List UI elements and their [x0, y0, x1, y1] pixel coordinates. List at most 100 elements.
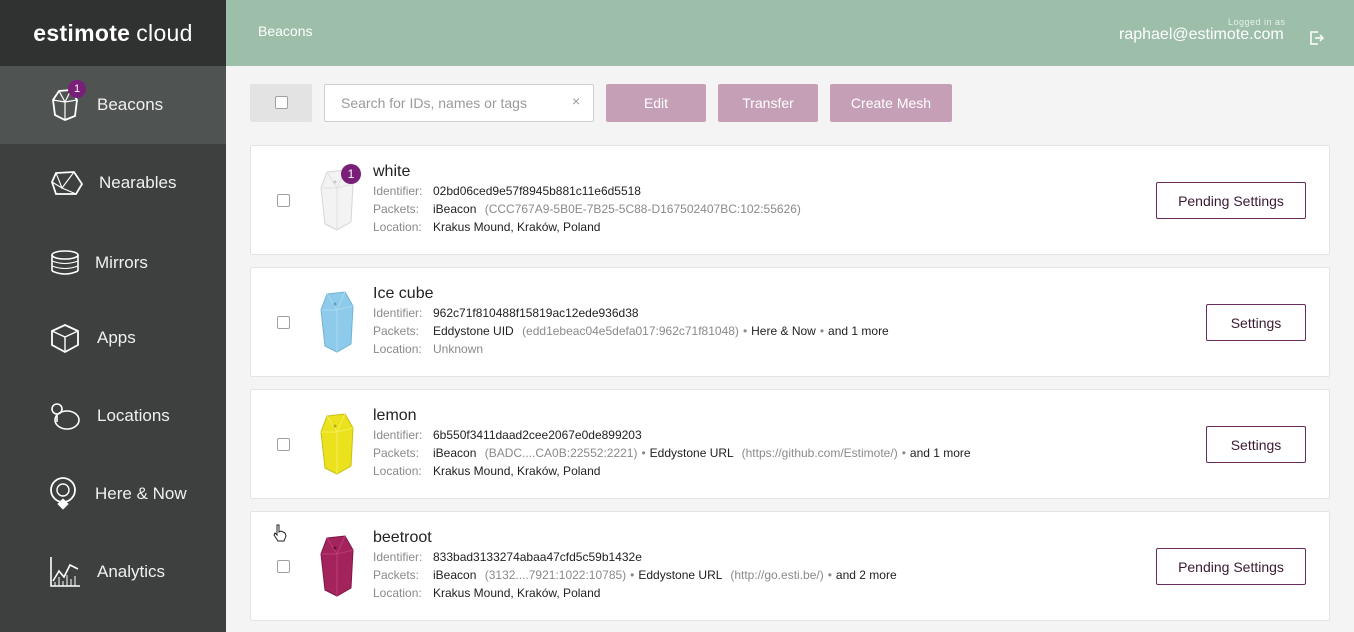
sidebar-item-label: Locations [97, 406, 170, 425]
mirror-icon [48, 246, 82, 280]
beacon-card-ice-cube[interactable]: Ice cube Identifier: 962c71f810488f15819a… [250, 267, 1330, 377]
logo-thin-text: cloud [136, 19, 193, 46]
beacon-name[interactable]: white [373, 163, 410, 181]
packet-detail: (http://go.esti.be/) [730, 568, 824, 582]
beacon-checkbox[interactable] [277, 316, 290, 329]
packet-type: Here & Now [751, 324, 816, 338]
separator-dot: • [819, 324, 825, 338]
beacon-name[interactable]: lemon [373, 407, 417, 425]
beacon-image [311, 532, 359, 600]
separator-dot: • [901, 446, 906, 460]
location-label: Location: [373, 342, 422, 356]
sidebar-item-beacons[interactable]: 1 Beacons [0, 66, 226, 144]
beacon-name[interactable]: beetroot [373, 529, 432, 547]
separator-dot: • [641, 446, 646, 460]
user-email[interactable]: raphael@estimote.com [1119, 26, 1284, 44]
beacon-image [311, 288, 359, 356]
packet-detail: (edd1ebeac04e5defa017:962c71f81048) [522, 324, 739, 338]
beacon-name[interactable]: Ice cube [373, 285, 433, 303]
search-clear-icon[interactable]: × [572, 93, 580, 109]
breadcrumb[interactable]: Beacons [258, 23, 312, 39]
transfer-button[interactable]: Transfer [718, 84, 818, 122]
packet-type: iBeacon [433, 446, 477, 460]
packet-type: Eddystone URL [649, 446, 734, 460]
more-packets-link[interactable]: and 2 more [836, 568, 897, 582]
separator-dot: • [742, 324, 748, 338]
identifier-value: 833bad3133274abaa47cfd5c59b1432e [433, 550, 642, 564]
pending-settings-button[interactable]: Pending Settings [1156, 548, 1306, 585]
packet-detail: (3132....7921:1022:10785) [484, 568, 627, 582]
packets-label: Packets: [373, 568, 420, 582]
location-value: Unknown [433, 342, 484, 356]
location-value: Krakus Mound, Kraków, Poland [433, 586, 601, 600]
beacon-checkbox[interactable] [277, 560, 290, 573]
beacon-card-beetroot[interactable]: beetroot Identifier: 833bad3133274abaa47c… [250, 511, 1330, 621]
logout-icon[interactable] [1309, 30, 1325, 46]
logo-bold-text: estimote [33, 19, 131, 46]
packets-row: Packets: iBeacon (3132....7921:1022:10785… [373, 568, 897, 582]
identifier-value: 6b550f3411daad2cee2067e0de899203 [433, 428, 642, 442]
more-packets-link[interactable]: and 1 more [828, 324, 889, 338]
beacon-checkbox[interactable] [277, 194, 290, 207]
packets-row: Packets: iBeacon (BADC....CA0B:22552:2221… [373, 446, 971, 460]
identifier-value: 962c71f810488f15819ac12ede936d38 [433, 306, 639, 320]
nearable-icon [50, 166, 84, 200]
identifier-value: 02bd06ced9e57f8945b881c11e6d5518 [433, 184, 641, 198]
location-label: Location: [373, 586, 422, 600]
select-all-container [250, 84, 312, 122]
sidebar-item-label: Analytics [97, 562, 166, 581]
identifier-label: Identifier: [373, 428, 423, 442]
select-all-checkbox[interactable] [275, 96, 288, 109]
packets-row: Packets: Eddystone UID (edd1ebeac04e5defa… [373, 324, 889, 338]
location-icon [48, 399, 82, 433]
estimote-logo[interactable]: estimote cloud [0, 0, 226, 66]
beacon-card-white[interactable]: 1 white Identifier: 02bd06ced9e57f8945b88… [250, 145, 1330, 255]
location-row: Location: Unknown [373, 342, 483, 356]
beacon-image [311, 410, 359, 478]
packet-type: Eddystone UID [433, 324, 514, 338]
sidebar-item-label: Mirrors [95, 253, 148, 272]
separator-dot: • [630, 568, 635, 582]
sidebar-item-mirrors[interactable]: Mirrors [0, 224, 226, 302]
identifier-row: Identifier: 833bad3133274abaa47cfd5c59b14… [373, 550, 642, 564]
location-row: Location: Krakus Mound, Kraków, Poland [373, 464, 600, 478]
sidebar-item-apps[interactable]: Apps [0, 299, 226, 377]
packets-row: Packets: iBeacon (CCC767A9-5B0E-7B25-5C88… [373, 202, 801, 216]
location-label: Location: [373, 220, 422, 234]
edit-button[interactable]: Edit [606, 84, 706, 122]
settings-button[interactable]: Settings [1206, 426, 1306, 463]
pending-settings-button[interactable]: Pending Settings [1156, 182, 1306, 219]
packets-label: Packets: [373, 324, 420, 338]
identifier-row: Identifier: 02bd06ced9e57f8945b881c11e6d5… [373, 184, 641, 198]
search-input[interactable] [324, 84, 594, 122]
sidebar-item-locations[interactable]: Locations [0, 377, 226, 455]
separator-dot: • [827, 568, 832, 582]
analytics-icon [48, 555, 82, 589]
sidebar-item-label: Nearables [99, 173, 177, 192]
identifier-label: Identifier: [373, 306, 423, 320]
packet-type: Eddystone URL [638, 568, 722, 582]
packet-type: iBeacon [433, 568, 477, 582]
sidebar-item-here-now[interactable]: Here & Now [0, 455, 226, 533]
hand-cursor-icon [272, 524, 288, 542]
sidebar: estimote cloud 1 Beacons Nearables Mirror… [0, 0, 226, 632]
location-label: Location: [373, 464, 422, 478]
packet-detail: (https://github.com/Estimote/) [741, 446, 898, 460]
sidebar-item-label: Beacons [97, 95, 164, 114]
settings-button[interactable]: Settings [1206, 304, 1306, 341]
sidebar-item-nearables[interactable]: Nearables [0, 144, 226, 222]
packets-label: Packets: [373, 446, 420, 460]
location-value: Krakus Mound, Kraków, Poland [433, 464, 601, 478]
create-mesh-button[interactable]: Create Mesh [830, 84, 952, 122]
more-packets-link[interactable]: and 1 more [910, 446, 971, 460]
identifier-label: Identifier: [373, 184, 423, 198]
identifier-row: Identifier: 6b550f3411daad2cee2067e0de899… [373, 428, 642, 442]
pending-badge: 1 [341, 164, 361, 184]
identifier-label: Identifier: [373, 550, 423, 564]
sidebar-item-label: Here & Now [95, 484, 187, 503]
here-now-icon [46, 477, 80, 511]
location-row: Location: Krakus Mound, Kraków, Poland [373, 586, 600, 600]
sidebar-item-analytics[interactable]: Analytics [0, 533, 226, 611]
beacon-card-lemon[interactable]: lemon Identifier: 6b550f3411daad2cee2067e… [250, 389, 1330, 499]
beacon-checkbox[interactable] [277, 438, 290, 451]
